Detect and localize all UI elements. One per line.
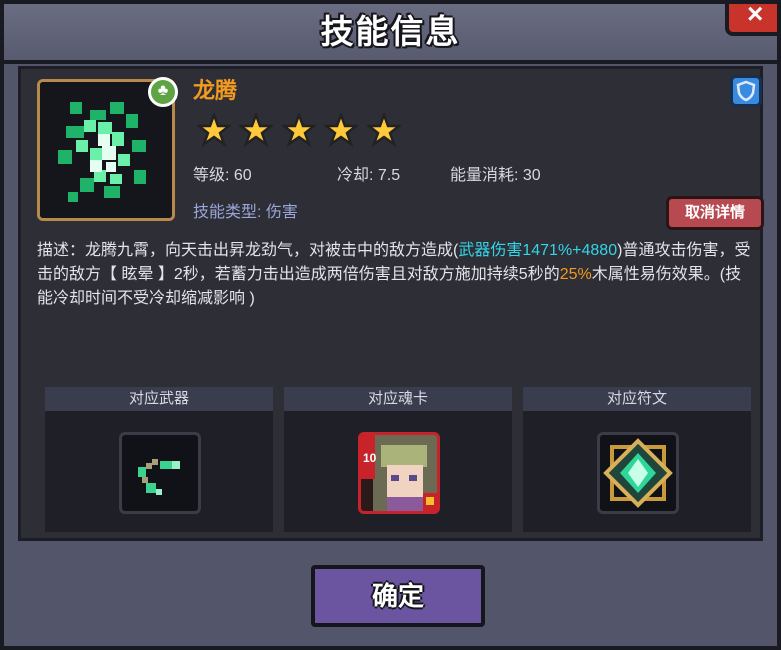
description-text: 描述：龙腾九霄，向天击出昇龙劲气，对被击中的敌方造成( (37, 242, 459, 259)
skill-name: 龙腾 (193, 78, 238, 103)
rune-card: 对应符文 (523, 387, 751, 532)
weapon-slot[interactable] (119, 432, 201, 514)
soul-card-slot[interactable]: 10 (358, 432, 440, 514)
vulnerability-percent: 25% (559, 266, 592, 283)
star-rating (197, 113, 405, 149)
weapon-card-title: 对应武器 (45, 387, 273, 411)
skill-level: 等级: 60 (193, 167, 252, 184)
skill-cooldown: 冷却: 7.5 (337, 167, 401, 184)
skill-info-dialog: 技能信息 × ♣ 龙腾 等级: 60 冷却: 7.5 能量消耗: 30 技能类型… (0, 0, 781, 650)
dialog-title: 技能信息 (4, 4, 777, 64)
shield-icon[interactable] (730, 75, 762, 107)
star-icon (366, 113, 401, 147)
skill-panel: ♣ 龙腾 等级: 60 冷却: 7.5 能量消耗: 30 技能类型: 伤害 取消… (18, 66, 764, 541)
star-icon (239, 113, 274, 147)
skill-description: 描述：龙腾九霄，向天击出昇龙劲气，对被击中的敌方造成(武器伤害1471%+488… (37, 239, 757, 311)
soul-card-level: 10 (363, 451, 377, 465)
cancel-details-button[interactable]: 取消详情 (666, 196, 764, 230)
rune-icon (603, 438, 673, 508)
weapon-card: 对应武器 (45, 387, 273, 532)
confirm-button[interactable]: 确定 (311, 565, 485, 627)
close-button[interactable]: × (725, 0, 781, 36)
skill-energy-cost: 能量消耗: 30 (450, 167, 541, 184)
skill-type: 技能类型: 伤害 (193, 204, 298, 221)
star-icon (197, 113, 231, 147)
nunchaku-icon (138, 459, 180, 495)
soul-card-title: 对应魂卡 (284, 387, 512, 411)
rune-card-title: 对应符文 (523, 387, 751, 411)
rune-slot[interactable] (597, 432, 679, 514)
soul-card: 对应魂卡 10 (284, 387, 512, 532)
star-icon (324, 113, 359, 147)
star-icon (281, 113, 316, 147)
soul-card-icon (361, 435, 437, 511)
weapon-damage-value: 武器伤害1471%+4880 (458, 242, 618, 259)
close-icon: × (747, 0, 764, 29)
wood-element-icon: ♣ (148, 77, 178, 107)
